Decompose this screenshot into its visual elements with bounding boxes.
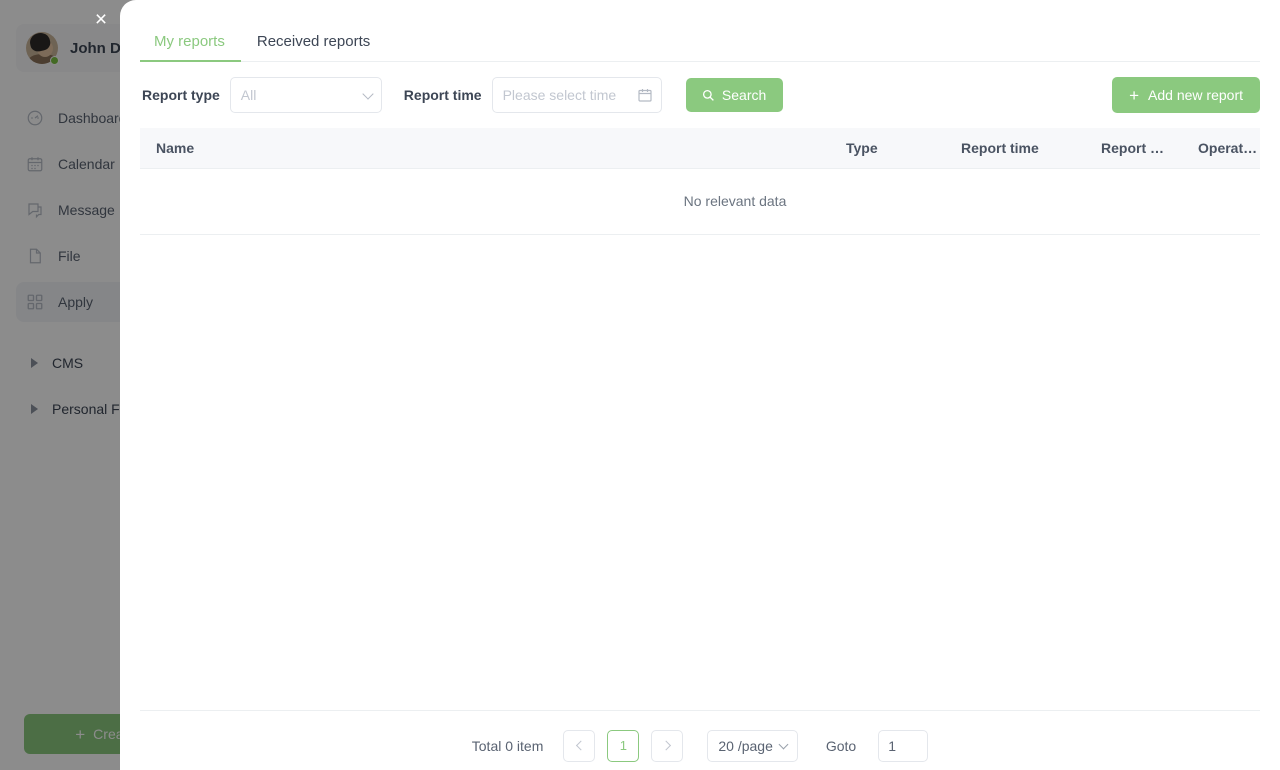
- add-new-report-label: Add new report: [1148, 87, 1243, 103]
- report-time-label: Report time: [403, 87, 482, 103]
- goto-label: Goto: [825, 737, 857, 754]
- page-size-value: 20 /page: [718, 737, 773, 754]
- column-header-report-time[interactable]: Report time: [945, 128, 1085, 169]
- calendar-icon: [637, 87, 653, 103]
- prev-page-button[interactable]: [563, 729, 596, 762]
- search-label: Search: [721, 87, 767, 103]
- filter-bar: Report type All Report time Please selec…: [140, 62, 1260, 128]
- report-time-placeholder: Please select time: [502, 87, 617, 103]
- empty-state-text: No relevant data: [140, 168, 1260, 235]
- reports-drawer: My reports Received reports Report type …: [120, 0, 1280, 770]
- reports-table: Name Type Report time Report … Operation…: [140, 128, 1260, 235]
- report-time-input[interactable]: Please select time: [491, 77, 662, 113]
- column-header-name[interactable]: Name: [140, 128, 830, 169]
- page-size-select[interactable]: 20 /page: [707, 729, 798, 762]
- column-header-type[interactable]: Type: [830, 128, 945, 169]
- search-button[interactable]: Search: [685, 78, 783, 112]
- chevron-left-icon: [575, 740, 586, 751]
- tab-received-reports[interactable]: Received reports: [241, 21, 386, 61]
- column-header-report-truncated[interactable]: Report …: [1085, 128, 1182, 169]
- add-new-report-button[interactable]: + Add new report: [1112, 77, 1260, 113]
- tab-my-reports[interactable]: My reports: [140, 21, 241, 62]
- next-page-button[interactable]: [651, 729, 684, 762]
- table-header-row: Name Type Report time Report … Operation: [140, 128, 1260, 169]
- report-type-label: Report type: [142, 87, 220, 103]
- table-header: Name Type Report time Report … Operation: [140, 128, 1260, 169]
- pagination-bar: Total 0 item 1 20 /page Goto: [140, 710, 1260, 770]
- close-icon[interactable]: ×: [88, 6, 114, 32]
- table-empty-row: No relevant data: [140, 168, 1260, 235]
- report-type-select[interactable]: All: [229, 77, 382, 113]
- total-items-label: Total 0 item: [471, 737, 544, 754]
- page-number-1[interactable]: 1: [607, 729, 640, 762]
- chevron-down-icon: [778, 739, 789, 749]
- tab-bar: My reports Received reports: [140, 10, 1260, 62]
- chevron-right-icon: [660, 740, 671, 751]
- search-icon: [702, 89, 714, 101]
- table-body: No relevant data: [140, 168, 1260, 235]
- plus-icon: +: [1129, 85, 1140, 105]
- column-header-operation[interactable]: Operation: [1182, 128, 1260, 169]
- chevron-down-icon: [362, 88, 374, 100]
- goto-page-input[interactable]: [878, 729, 929, 762]
- report-type-value: All: [240, 87, 257, 103]
